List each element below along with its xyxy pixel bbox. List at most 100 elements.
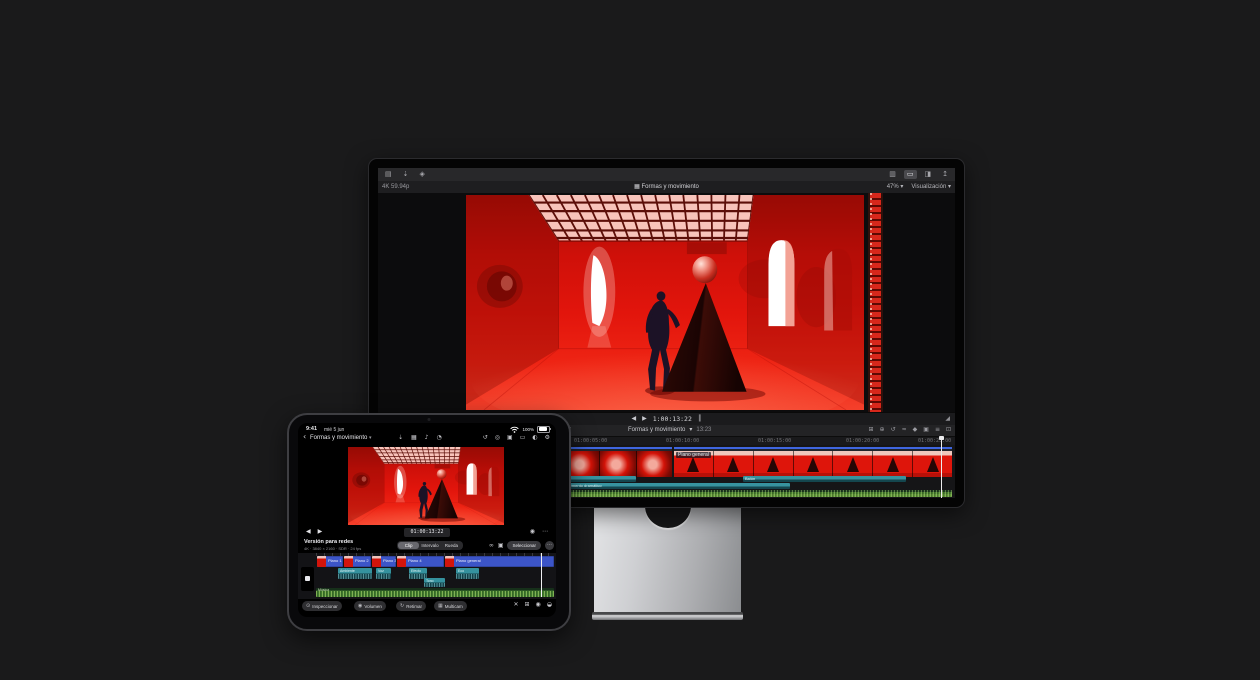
video-clip[interactable]: Plano 2 <box>344 556 371 567</box>
wifi-icon <box>510 426 519 433</box>
project-specs: 4K · 3840 × 2160 · SDR · 24 fps <box>304 546 361 551</box>
clip-label: Efecto <box>411 569 421 573</box>
monitor-stand <box>594 506 741 612</box>
marker-icon[interactable]: ⊕ <box>880 427 885 433</box>
timecode-display: 01:00:13:22 <box>404 528 450 537</box>
track-header[interactable] <box>301 567 314 591</box>
ipad-toolbar: ‹ Formas y movimiento ▾ ⇣ ▦ ♪ ◔ ↺ ◎ ▣ ▭ … <box>298 433 556 445</box>
audio-clip[interactable]: Tono <box>424 578 445 587</box>
video-clip[interactable]: Plano general <box>445 556 554 567</box>
effects-icon[interactable]: ◆ <box>913 427 918 433</box>
volume-button[interactable]: ◉ Volumen <box>354 601 386 611</box>
mute-icon[interactable]: ◉ <box>536 602 541 608</box>
clip-thumbnail <box>445 556 454 567</box>
segment-intervalo[interactable]: Intervalo <box>419 542 440 549</box>
connected-audio-clip[interactable]: Elemento dramático <box>564 483 790 489</box>
keyword-icon[interactable]: ◈ <box>417 170 428 179</box>
overlay-icon[interactable]: ⊞ <box>524 602 529 608</box>
timeline-project-title[interactable]: Formas y movimiento <box>628 427 685 433</box>
overlay-icon[interactable]: ▣ <box>498 543 504 549</box>
contrast-icon[interactable]: ◐ <box>532 435 537 441</box>
fcp-toolbar: ▤ ⇣ ◈ ▥ ▭ ◨ ↥ <box>378 168 955 182</box>
trim-tool-icon[interactable]: ⊞ <box>869 427 874 433</box>
video-clip[interactable]: Plano 1 <box>317 556 343 567</box>
retime-button[interactable]: ↻ Retimar <box>396 601 426 611</box>
mode-segmented-control: Clip Intervalo Rueda <box>397 541 463 550</box>
video-clip-2[interactable]: Plano general <box>674 447 952 477</box>
clip-label: Eco <box>458 569 464 573</box>
playhead[interactable] <box>941 436 942 498</box>
audio-clip[interactable]: Ambiente <box>338 568 372 579</box>
viewer-options-icon[interactable]: ▣ <box>507 435 513 441</box>
viewer-zoom-menu[interactable]: 47% ▾ <box>887 184 904 190</box>
segment-rueda[interactable]: Rueda <box>441 542 462 549</box>
frame-step-icon[interactable]: ║ <box>698 416 702 422</box>
trash-icon[interactable]: ✕ <box>513 602 518 608</box>
settings-icon[interactable]: ⚙ <box>545 435 550 441</box>
ipad-timeline[interactable]: Plano 1 Plano 2 Plano 3 Plano 4 Plano ge… <box>298 553 556 599</box>
ruler-label: 01:00:10:00 <box>666 438 699 444</box>
audio-clip[interactable]: Eco <box>456 568 479 579</box>
project-title[interactable]: Formas y movimiento ▾ <box>310 435 372 441</box>
media-browser-icon[interactable]: ▤ <box>382 170 395 179</box>
ruler-label: 01:00:25:00 <box>918 438 951 444</box>
status-bar: 9:41 mié 5 jun 100% <box>298 424 556 433</box>
skip-back-icon[interactable]: ◀ <box>631 416 636 422</box>
music-track[interactable]: Música <box>316 588 554 597</box>
ipad-viewer <box>298 445 556 527</box>
import-icon[interactable]: ⇣ <box>398 435 403 441</box>
timeline-pane-icon[interactable]: ▭ <box>904 170 917 179</box>
index-icon[interactable]: ≡ <box>935 427 940 433</box>
browser-pane-icon[interactable]: ▥ <box>886 170 899 179</box>
settings-icon[interactable]: ⊡ <box>946 427 951 433</box>
undo-icon[interactable]: ↺ <box>891 427 896 433</box>
share-icon[interactable]: ↥ <box>939 170 951 179</box>
project-icon: ▦ <box>634 184 640 190</box>
chevron-down-icon: ▾ <box>369 436 372 441</box>
goggles-icon[interactable]: ∞ <box>489 543 494 549</box>
status-time: 9:41 <box>306 426 317 432</box>
more-button[interactable]: ⋯ <box>545 541 554 550</box>
audio-meters-icon[interactable]: ≈ <box>902 427 907 433</box>
import-icon[interactable]: ⇣ <box>400 170 412 179</box>
skip-back-icon[interactable]: ◀ <box>306 529 311 535</box>
play-icon[interactable]: ▶ <box>642 416 647 422</box>
inspect-icon: ⊙ <box>306 604 310 609</box>
viewer-timecode: 1:00:13:22 <box>653 415 692 423</box>
timeline-duration: 13:23 <box>696 427 711 433</box>
transitions-icon[interactable]: ▣ <box>923 427 929 433</box>
audio-clip[interactable]: Voz <box>376 568 391 579</box>
ipad-screen: 9:41 mié 5 jun 100% ‹ Formas y movimient… <box>298 423 556 617</box>
speaker-icon[interactable]: ◉ <box>530 529 535 535</box>
expand-icon[interactable]: ◢ <box>945 416 950 422</box>
display-icon[interactable]: ▭ <box>520 435 526 441</box>
audio-icon[interactable]: ♪ <box>425 435 429 441</box>
clip-label: Plano 3 <box>383 558 396 563</box>
inspect-button[interactable]: ⊙ Inspeccionar <box>302 601 342 611</box>
connected-audio-clip[interactable] <box>564 476 636 482</box>
undo-icon[interactable]: ↺ <box>483 435 488 441</box>
timer-icon[interactable]: ◔ <box>437 435 442 441</box>
connected-audio-clip[interactable]: Balón <box>743 476 906 482</box>
play-icon[interactable]: ▶ <box>318 529 323 535</box>
multicam-button[interactable]: ▦ Multicam <box>434 601 467 611</box>
video-clip[interactable]: Plano 3 <box>372 556 396 567</box>
media-icon[interactable]: ▦ <box>411 435 417 441</box>
video-clip[interactable]: Plano 4 <box>397 556 444 567</box>
playhead[interactable] <box>541 553 542 597</box>
select-button[interactable]: Seleccionar <box>507 541 541 550</box>
jog-wheel-icon[interactable]: ◎ <box>495 435 500 441</box>
viewer-view-menu[interactable]: Visualización ▾ <box>911 184 951 190</box>
clip-label: Voz <box>378 569 384 573</box>
back-chevron-icon[interactable]: ‹ <box>303 433 306 441</box>
clip-label: Balón <box>745 476 755 481</box>
more-icon[interactable]: ⋯ <box>542 529 548 535</box>
video-clip-1[interactable] <box>564 447 672 477</box>
clip-label: Plano 2 <box>355 558 369 563</box>
comment-icon[interactable]: ◒ <box>547 602 552 608</box>
segment-clip[interactable]: Clip <box>398 542 419 549</box>
music-track[interactable] <box>564 490 952 497</box>
retime-icon: ↻ <box>400 604 404 609</box>
inspector-pane-icon[interactable]: ◨ <box>922 170 935 179</box>
battery-percent: 100% <box>522 427 534 432</box>
